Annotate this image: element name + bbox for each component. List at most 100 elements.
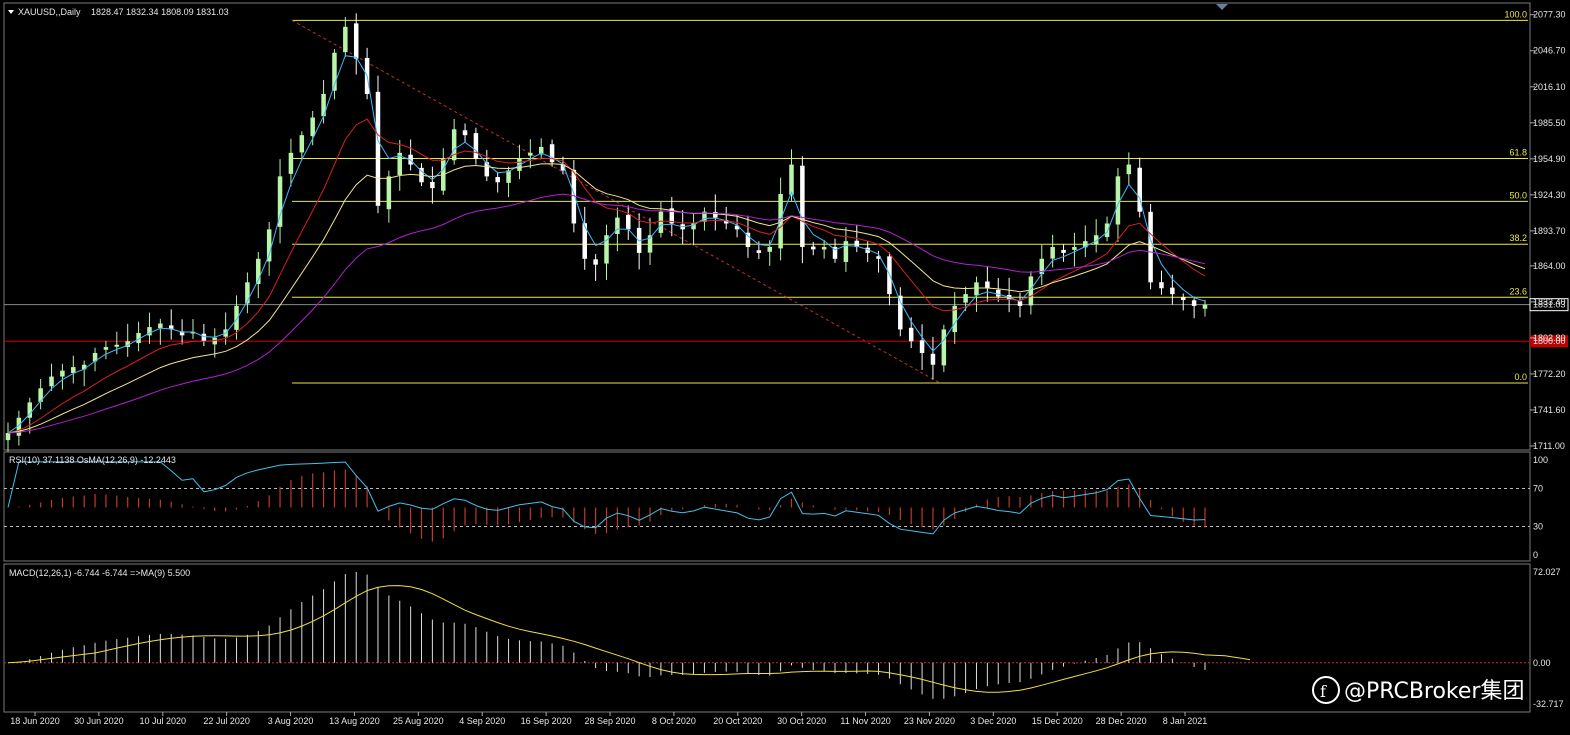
- date-tick-label: 8 Oct 2020: [652, 716, 696, 726]
- brand-logo-icon: [1312, 676, 1340, 704]
- candle-body: [71, 367, 76, 374]
- price-tick-label: 2016.10: [1533, 82, 1566, 92]
- date-tick-label: 25 Aug 2020: [393, 716, 444, 726]
- candle-body: [1180, 296, 1186, 300]
- candle-body: [353, 23, 359, 59]
- date-tick-label: 3 Aug 2020: [268, 716, 314, 726]
- date-tick-label: 23 Nov 2020: [904, 716, 955, 726]
- candle-body: [1104, 223, 1110, 238]
- date-tick-label: 22 Jul 2020: [203, 716, 250, 726]
- rsi-panel-frame: [3, 451, 1531, 562]
- fib-level-label: 100.0: [1504, 9, 1527, 19]
- symbol-label: XAUUSD,,Daily: [18, 7, 81, 17]
- candle-body: [430, 181, 435, 189]
- watermark: f @PRCBroker集团: [1312, 676, 1524, 704]
- candle-body: [789, 164, 794, 195]
- candle-body: [941, 329, 947, 366]
- candle-body: [995, 289, 1001, 297]
- candle-body: [821, 247, 827, 250]
- candle-body: [604, 235, 609, 264]
- price-tick-label: 1954.90: [1533, 154, 1566, 164]
- candle-body: [1126, 164, 1132, 175]
- candle-body: [963, 294, 968, 303]
- candle-body: [1061, 249, 1066, 253]
- macd-indicator: [4, 572, 1530, 699]
- price-tick-label: 1802.80: [1533, 333, 1566, 343]
- price-tick-label: 1924.30: [1533, 190, 1566, 200]
- price-candles: [5, 13, 1208, 452]
- collapse-triangle-icon[interactable]: [8, 10, 14, 14]
- date-tick-label: 10 Jul 2020: [140, 716, 187, 726]
- candle-body: [386, 176, 392, 210]
- brand-logo-letter: f: [1320, 682, 1327, 701]
- candle-body: [288, 152, 294, 174]
- candle-body: [658, 211, 664, 233]
- rsi-tick-label: 0: [1533, 550, 1538, 560]
- candle-body: [201, 333, 207, 342]
- candle-body: [299, 135, 305, 153]
- price-tick-label: 1864.00: [1533, 261, 1566, 271]
- candle-body: [593, 259, 598, 265]
- date-tick-label: 28 Dec 2020: [1096, 716, 1147, 726]
- price-tick-label: 1772.20: [1533, 369, 1566, 379]
- date-tick-label: 8 Jan 2021: [1163, 716, 1208, 726]
- rsi-tick-label: 100: [1533, 455, 1548, 465]
- candle-body: [811, 246, 816, 250]
- rsi-header: RSI(10) 37.1138 OsMA(12,26,9) -12.2443: [9, 455, 176, 465]
- candle-body: [343, 26, 348, 53]
- axes: 2077.30 2046.70 2016.10 1985.50 1954.90 1924.…: [10, 10, 1565, 726]
- fib-level-label: 61.8: [1509, 147, 1527, 157]
- candle-body: [930, 353, 936, 365]
- macd-tick-label: -32.717: [1533, 699, 1564, 709]
- candle-body: [1159, 282, 1164, 289]
- macd-panel-frame: [3, 563, 1531, 713]
- candle-body: [985, 281, 990, 289]
- date-tick-label: 18 Jun 2020: [10, 716, 60, 726]
- price-tick-label: 1893.70: [1533, 226, 1566, 236]
- date-tick-label: 13 Aug 2020: [329, 716, 380, 726]
- date-tick-label: 16 Sep 2020: [521, 716, 572, 726]
- candle-body: [310, 117, 315, 137]
- candle-body: [1202, 304, 1208, 309]
- candle-body: [1148, 211, 1153, 283]
- candle-body: [114, 344, 120, 347]
- candle-body: [843, 241, 849, 262]
- date-tick-label: 30 Oct 2020: [777, 716, 826, 726]
- price-tick-label: 1833.40: [1533, 297, 1566, 307]
- candle-body: [767, 247, 772, 252]
- candle-body: [462, 130, 468, 136]
- date-tick-label: 30 Jun 2020: [74, 716, 124, 726]
- candle-body: [5, 433, 11, 441]
- candle-body: [495, 177, 500, 183]
- candle-body: [615, 217, 620, 234]
- price-tick-label: 2046.70: [1533, 46, 1566, 56]
- ohlc-readout: 1828.47 1832.34 1808.09 1831.03: [91, 7, 229, 17]
- fib-level-label: 38.2: [1509, 233, 1527, 243]
- candle-body: [158, 323, 163, 329]
- price-tick-label: 1741.60: [1533, 405, 1566, 415]
- candle-body: [49, 376, 54, 387]
- candle-body: [1050, 247, 1055, 259]
- date-tick-label: 11 Nov 2020: [840, 716, 890, 726]
- macd-signal-line: [7, 585, 1251, 693]
- fib-level-label: 50.0: [1509, 190, 1527, 200]
- candle-body: [756, 250, 762, 253]
- candle-body: [528, 152, 533, 156]
- price-tick-label: 1711.00: [1533, 441, 1565, 451]
- macd-header: MACD(12,26,1) -6.744 -6.744 =>MA(9) 5.50…: [9, 568, 190, 578]
- watermark-text: @PRCBroker集团: [1344, 679, 1524, 704]
- trading-chart[interactable]: 100.061.850.038.223.60.01831.031800.00 2…: [0, 0, 1570, 735]
- shift-marker-icon[interactable]: [1216, 4, 1228, 10]
- macd-tick-label: 72.027: [1533, 567, 1561, 577]
- candle-body: [919, 340, 925, 353]
- fib-level-label: 23.6: [1509, 286, 1527, 296]
- candle-body: [1072, 247, 1077, 250]
- fib-level-label: 0.0: [1514, 372, 1527, 382]
- rsi-indicator: [4, 461, 1530, 542]
- candle-body: [266, 229, 272, 262]
- candle-body: [800, 165, 805, 248]
- candle-body: [103, 347, 109, 350]
- candle-body: [974, 282, 979, 296]
- date-tick-label: 15 Dec 2020: [1032, 716, 1083, 726]
- candle-body: [1191, 300, 1197, 306]
